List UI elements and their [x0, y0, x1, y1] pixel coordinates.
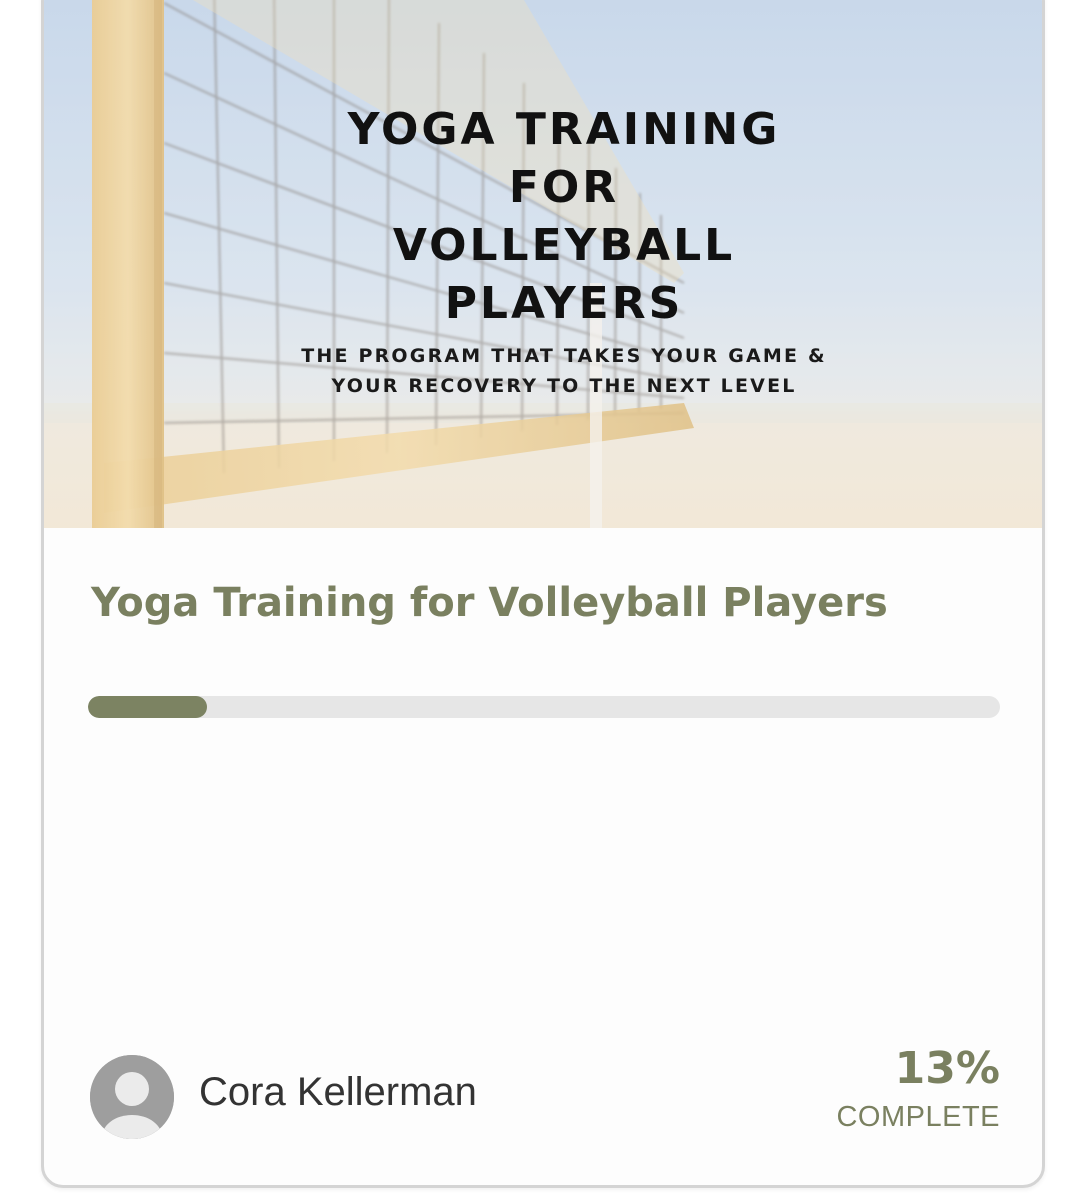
user-avatar-icon — [90, 1055, 174, 1139]
progress-percent: 13% — [894, 1043, 1000, 1094]
cover-subtitle-line: THE PROGRAM THAT TAKES YOUR GAME & — [301, 345, 827, 367]
course-title[interactable]: Yoga Training for Volleyball Players — [91, 580, 888, 626]
cover-title-line: FOR — [508, 162, 620, 213]
author-name: Cora Kellerman — [199, 1070, 477, 1114]
course-cover-image[interactable]: YOGA TRAINING FOR VOLLEYBALL PLAYERS THE… — [44, 0, 1042, 528]
cover-subtitle-line: YOUR RECOVERY TO THE NEXT LEVEL — [331, 375, 797, 397]
cover-title-line: PLAYERS — [444, 278, 684, 329]
course-card[interactable]: YOGA TRAINING FOR VOLLEYBALL PLAYERS THE… — [41, 0, 1045, 1188]
progress-bar-fill — [88, 696, 207, 718]
cover-title: YOGA TRAINING FOR VOLLEYBALL PLAYERS — [234, 101, 894, 333]
progress-bar — [88, 696, 1000, 718]
cover-subtitle: THE PROGRAM THAT TAKES YOUR GAME & YOUR … — [194, 341, 934, 401]
cover-title-line: VOLLEYBALL — [392, 220, 736, 271]
progress-complete-label: COMPLETE — [836, 1101, 1000, 1133]
cover-title-line: YOGA TRAINING — [347, 104, 781, 155]
